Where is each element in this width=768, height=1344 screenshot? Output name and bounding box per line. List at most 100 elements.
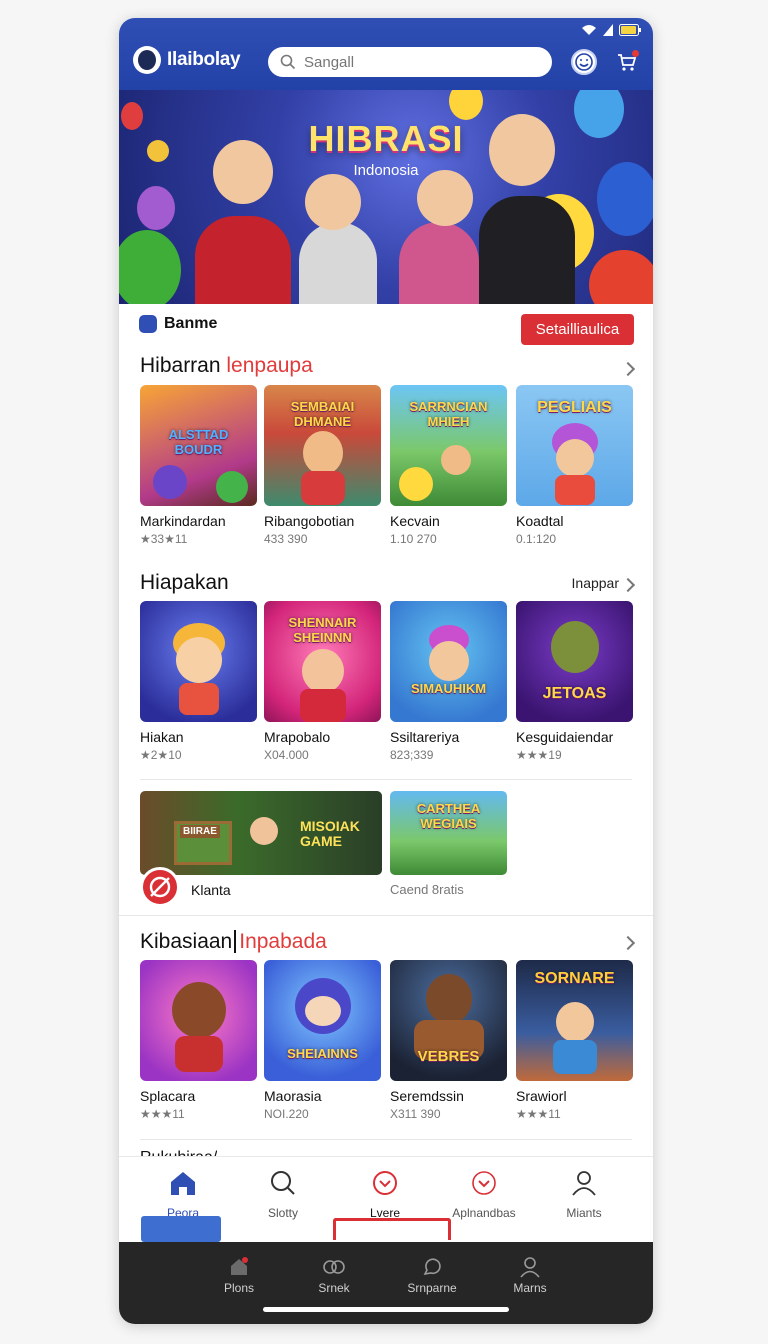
chevron-right-icon[interactable] [620,935,636,951]
chevron-right-icon[interactable] [620,361,636,377]
game-tile[interactable]: SHEIAINNS Maorasia NOI.220 [264,960,381,1121]
system-nav-bar: Plons Srnek Srnparne Marns [119,1242,653,1324]
person-icon [520,1257,540,1278]
nav-item-apps[interactable]: Aplnandbas [439,1169,529,1220]
cart-badge [632,50,639,57]
home-outline-icon [231,1257,248,1275]
nav-item-search[interactable]: Slotty [238,1169,328,1220]
character-face [555,439,594,477]
battery-icon [619,24,641,36]
game-tile[interactable]: JETOAS Kesguidaiendar ★★★19 [516,601,633,762]
system-nav-account[interactable]: Marns [490,1256,570,1295]
character-face [301,649,344,693]
game-tile[interactable]: SIMAUHIKM Ssiltareriya 823;339 [390,601,507,762]
system-nav-home[interactable]: Plons [199,1256,279,1295]
game-rating: X311 390 [390,1107,441,1121]
character-face [555,1002,594,1042]
cart-button[interactable] [615,50,639,74]
game-tile[interactable]: SEMBAIAI DHMANE Ribangobotian 433 390 [264,385,381,546]
game-rating: ★2★10 [140,748,182,762]
profile-smile-button[interactable] [571,49,597,75]
game-rating: ★★★11 [140,1107,185,1121]
section-title: Hibarran lenpaupa [140,354,313,378]
featured-game-card[interactable]: BIIRAE MISOIAK GAME [140,791,382,875]
brand-row[interactable]: Banme [139,315,217,333]
brand-label: Banme [164,315,218,332]
nav-item-account[interactable]: Miants [539,1169,629,1220]
game-thumbnail [140,601,257,722]
character-body [300,471,345,505]
game-title: Ssiltareriya [390,729,460,745]
game-thumbnail: SEMBAIAI DHMANE [264,385,381,506]
child-figure [299,222,377,304]
system-nav-chat[interactable]: Srnparne [392,1256,472,1295]
home-indicator[interactable] [263,1307,509,1312]
chevron-circle-icon [373,1171,397,1195]
see-more-link[interactable]: Inappar [572,575,619,591]
nav-label: Miants [566,1206,602,1220]
hero-title: HIBRASI [308,118,464,159]
game-title: Koadtal [516,513,564,529]
child-figure [195,216,291,304]
child-figure [479,196,575,304]
featured-headline: MISOIAK GAME [300,818,360,849]
game-title: Mrapobalo [264,729,331,745]
small-card-label: Caend 8ratis [390,882,464,897]
balloon-decoration [216,471,248,503]
thumbnail-title: SEMBAIAI DHMANE [290,399,355,429]
monster-character-icon [550,621,599,673]
board-sign: BIIRAE [180,825,220,838]
character-face [441,445,471,475]
system-nav-label: Srnek [318,1281,350,1295]
balloon-decoration [449,90,483,120]
game-title: Kecvain [390,513,440,529]
system-nav-label: Marns [513,1281,547,1295]
game-tile[interactable]: PEGLIAIS Koadtal 0.1:120 [516,385,633,546]
heart-chevron-icon [472,1171,496,1195]
child-figure [399,222,479,304]
character-body [554,475,595,505]
game-tile[interactable]: SORNARE Srawiorl ★★★11 [516,960,633,1121]
signal-icon [603,24,613,36]
search-input[interactable] [302,52,536,72]
nav-item-live[interactable]: Lvere [340,1169,430,1220]
game-thumbnail: SARRNCIAN MHIEH [390,385,507,506]
brand-cta-button[interactable]: Setailliaulica [521,314,634,345]
game-title: Splacara [140,1088,196,1104]
hero-banner[interactable]: HIBRASI Indonosia [119,90,653,304]
home-icon [171,1172,195,1195]
game-tile[interactable]: SHENNAIR SHEINNN Mrapobalo X04.000 [264,601,381,762]
small-game-card[interactable]: CARTHEA WEGIAIS [390,791,507,875]
nav-label: Aplnandbas [452,1206,516,1220]
game-tile[interactable]: Hiakan ★2★10 [140,601,257,762]
section-title-main: Hibarran [140,354,227,377]
system-nav-games[interactable]: Srnek [294,1256,374,1295]
game-thumbnail: VEBRES [390,960,507,1081]
game-tile[interactable]: VEBRES Seremdssin X311 390 [390,960,507,1121]
game-tile[interactable]: ALSTTAD BOUDR Markindardan ★33★11 [140,385,257,546]
gamepad-icon [323,1260,345,1274]
child-face [305,174,361,230]
balloon-decoration [153,465,187,499]
section-title-accent: lenpaupa [226,354,313,377]
game-title: Kesguidaiendar [516,729,614,745]
app-header: Ilaibolay [119,18,653,90]
game-rating: 1.10 270 [390,532,437,546]
game-rating: 0.1:120 [516,532,557,546]
thumbnail-title: SHENNAIR SHEINNN [288,615,357,645]
game-tile[interactable]: Splacara ★★★11 [140,960,257,1121]
app-logo[interactable]: Ilaibolay [133,46,241,74]
bear-character-icon [171,982,226,1038]
character-face [175,637,222,683]
character-body [178,683,219,715]
thumbnail-title: ALSTTAD BOUDR [168,427,229,457]
game-tile[interactable]: SARRNCIAN MHIEH Kecvain 1.10 270 [390,385,507,546]
search-bar[interactable] [268,47,552,77]
nav-item-home[interactable]: Peora [138,1169,228,1220]
smiley-icon [399,467,433,501]
chevron-right-icon[interactable] [620,577,636,593]
game-title: Markindardan [140,513,226,529]
character-face [428,641,469,681]
thumbnail-title: SARRNCIAN MHIEH [409,399,488,429]
highlight-marker [333,1218,451,1240]
